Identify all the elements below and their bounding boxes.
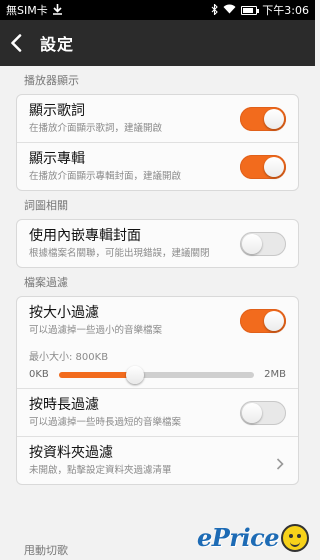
status-bar: 無SIM卡 下午3:06 (0, 0, 315, 20)
setting-subtitle: 根據檔案名關聯，可能出現錯誤，建議關閉 (29, 248, 210, 259)
setting-title: 按資料夾過濾 (29, 445, 113, 461)
battery-icon (241, 5, 260, 15)
show-album-toggle[interactable] (240, 154, 286, 179)
carrier-text: 無SIM卡 (6, 4, 48, 17)
setting-title: 按時長過濾 (29, 397, 99, 413)
settings-content: 播放器顯示 顯示歌詞 在播放介面顯示歌詞，建議開啟 顯示專輯 在播放介面顯示專輯… (0, 66, 315, 485)
filter-duration-toggle[interactable] (240, 400, 286, 425)
setting-title: 顯示專輯 (29, 151, 85, 167)
toggle-knob (264, 310, 284, 331)
embedded-cover-toggle[interactable] (240, 231, 286, 256)
min-size-caption: 最小大小: 800KB (29, 352, 109, 363)
filter-size-toggle[interactable] (240, 308, 286, 333)
section-label-file-filter: 檔案過濾 (24, 276, 68, 289)
slider-thumb[interactable] (125, 365, 144, 384)
setting-title: 顯示歌詞 (29, 103, 85, 119)
setting-row-filter-folder[interactable]: 按資料夾過濾 未開啟，點擊設定資料夾過濾清單 (17, 437, 298, 484)
card-player-display: 顯示歌詞 在播放介面顯示歌詞，建議開啟 顯示專輯 在播放介面顯示專輯封面，建議開… (16, 94, 299, 191)
setting-title: 按大小過濾 (29, 305, 99, 321)
setting-subtitle: 未開啟，點擊設定資料夾過濾清單 (29, 465, 172, 476)
toggle-knob (242, 233, 262, 254)
download-icon (52, 3, 62, 17)
card-lyrics-art: 使用內嵌專輯封面 根據檔案名關聯，可能出現錯誤，建議關閉 (16, 219, 299, 268)
setting-row-filter-size[interactable]: 按大小過濾 可以過濾掉一些過小的音樂檔案 (17, 297, 298, 344)
chevron-right-icon (276, 455, 284, 470)
setting-row-embedded-cover[interactable]: 使用內嵌專輯封面 根據檔案名關聯，可能出現錯誤，建議關閉 (17, 220, 298, 267)
eprice-watermark: ePrice (197, 523, 309, 552)
setting-title: 使用內嵌專輯封面 (29, 228, 141, 244)
min-size-slider[interactable] (58, 365, 255, 384)
toggle-knob (264, 108, 284, 129)
slider-min-label: 0KB (29, 369, 49, 380)
slider-max-label: 2MB (264, 369, 286, 380)
setting-row-filter-duration[interactable]: 按時長過濾 可以過濾掉一些時長過短的音樂檔案 (17, 389, 298, 437)
setting-row-show-album[interactable]: 顯示專輯 在播放介面顯示專輯封面，建議開啟 (17, 143, 298, 190)
setting-subtitle: 可以過濾掉一些過小的音樂檔案 (29, 325, 163, 336)
back-arrow-icon[interactable] (10, 33, 30, 53)
min-size-slider-block: 最小大小: 800KB 0KB 2MB (17, 344, 298, 389)
smiley-face-icon (281, 524, 309, 552)
setting-subtitle: 在播放介面顯示專輯封面，建議開啟 (29, 171, 182, 182)
watermark-text: ePrice (197, 523, 279, 552)
toggle-knob (264, 156, 284, 177)
app-header: 設定 (0, 20, 315, 66)
slider-fill (58, 371, 135, 378)
page-title: 設定 (40, 35, 75, 54)
show-lyrics-toggle[interactable] (240, 106, 286, 131)
section-label-lyrics-art: 詞圖相關 (24, 199, 68, 212)
section-label-shake: 甩動切歌 (24, 544, 68, 557)
status-left: 無SIM卡 (6, 2, 62, 18)
setting-subtitle: 可以過濾掉一些時長過短的音樂檔案 (29, 417, 182, 428)
setting-row-show-lyrics[interactable]: 顯示歌詞 在播放介面顯示歌詞，建議開啟 (17, 95, 298, 143)
status-right: 下午3:06 (211, 2, 309, 18)
card-file-filter: 按大小過濾 可以過濾掉一些過小的音樂檔案 最小大小: 800KB 0KB 2MB… (16, 296, 299, 485)
wifi-icon (223, 4, 236, 16)
toggle-knob (242, 402, 262, 423)
clock-text: 下午3:06 (262, 4, 309, 17)
section-label-player-display: 播放器顯示 (24, 74, 79, 87)
bluetooth-icon (211, 2, 219, 17)
setting-subtitle: 在播放介面顯示歌詞，建議開啟 (29, 123, 163, 134)
min-size-slider-row: 0KB 2MB (29, 365, 286, 384)
